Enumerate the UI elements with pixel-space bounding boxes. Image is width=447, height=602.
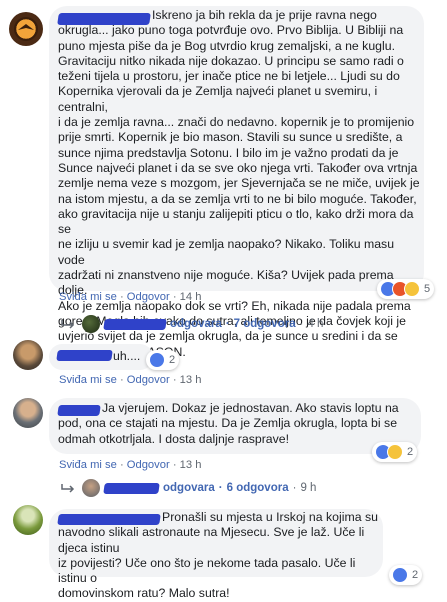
- separator: ·: [292, 482, 297, 494]
- reaction-count: 2: [407, 446, 414, 458]
- reply-link[interactable]: Odgovor: [127, 459, 170, 471]
- comment-actions: Sviđa mi se · Odgovor · 14 h: [59, 291, 201, 303]
- comment-text: Pronašli su mjesta u Irskoj na kojima su…: [58, 510, 378, 601]
- redacted-replier-name: [103, 318, 167, 330]
- separator: ·: [172, 291, 180, 303]
- replies-time: 4 h: [307, 318, 324, 330]
- reaction-count: 2: [412, 569, 419, 581]
- replies-action: odgovara: [163, 482, 215, 494]
- reply-arrow-icon: [61, 484, 75, 493]
- timestamp[interactable]: 14 h: [180, 291, 202, 303]
- like-reaction-icon: [149, 352, 165, 368]
- separator: ·: [119, 459, 127, 471]
- reply-link[interactable]: Odgovor: [127, 291, 170, 303]
- reply-arrow-icon: [61, 320, 75, 329]
- avatar[interactable]: [13, 340, 43, 370]
- timestamp[interactable]: 13 h: [180, 374, 202, 386]
- reaction-count: 5: [424, 283, 431, 295]
- replies-action: odgovara: [170, 318, 222, 330]
- comment-text: Iskreno ja bih rekla da je prije ravna n…: [58, 8, 420, 359]
- replier-avatar: [82, 479, 100, 497]
- haha-reaction-icon: [387, 444, 403, 460]
- avatar[interactable]: [13, 505, 43, 535]
- like-link[interactable]: Sviđa mi se: [59, 374, 117, 386]
- separator: ·: [172, 374, 180, 386]
- separator: ·: [218, 482, 223, 494]
- separator: ·: [225, 318, 230, 330]
- replies-count: 6 odgovora: [226, 482, 289, 494]
- separator: ·: [119, 291, 127, 303]
- avatar[interactable]: [13, 398, 43, 428]
- replier-avatar: [82, 315, 100, 333]
- reactions-summary[interactable]: 2: [372, 442, 418, 462]
- timestamp[interactable]: 13 h: [180, 459, 202, 471]
- separator: ·: [299, 318, 304, 330]
- view-replies-link[interactable]: odgovara · 6 odgovora · 9 h: [60, 479, 316, 497]
- separator: ·: [172, 459, 180, 471]
- comment-actions: Sviđa mi se · Odgovor · 13 h: [59, 459, 201, 471]
- separator: ·: [119, 374, 127, 386]
- reactions-summary[interactable]: 2: [146, 350, 180, 370]
- comment-text: Ja vjerujem. Dokaz je jednostavan. Ako s…: [58, 401, 399, 446]
- like-link[interactable]: Sviđa mi se: [59, 459, 117, 471]
- replies-time: 9 h: [300, 482, 317, 494]
- redacted-replier-name: [103, 482, 160, 494]
- like-reaction-icon: [392, 567, 408, 583]
- reactions-summary[interactable]: 5: [377, 279, 435, 299]
- haha-reaction-icon: [404, 281, 420, 297]
- comment-text: uh....: [113, 349, 141, 363]
- reaction-count: 2: [169, 354, 176, 366]
- avatar[interactable]: [9, 12, 43, 46]
- comment-actions: Sviđa mi se · Odgovor · 13 h: [59, 374, 201, 386]
- replies-count: 7 odgovora: [233, 318, 296, 330]
- redacted-author-name: [56, 350, 113, 361]
- mockingjay-icon: [14, 17, 38, 41]
- reactions-summary[interactable]: 2: [389, 565, 423, 585]
- view-replies-link[interactable]: odgovara · 7 odgovora · 4 h: [60, 315, 323, 333]
- like-link[interactable]: Sviđa mi se: [59, 291, 117, 303]
- reply-link[interactable]: Odgovor: [127, 374, 170, 386]
